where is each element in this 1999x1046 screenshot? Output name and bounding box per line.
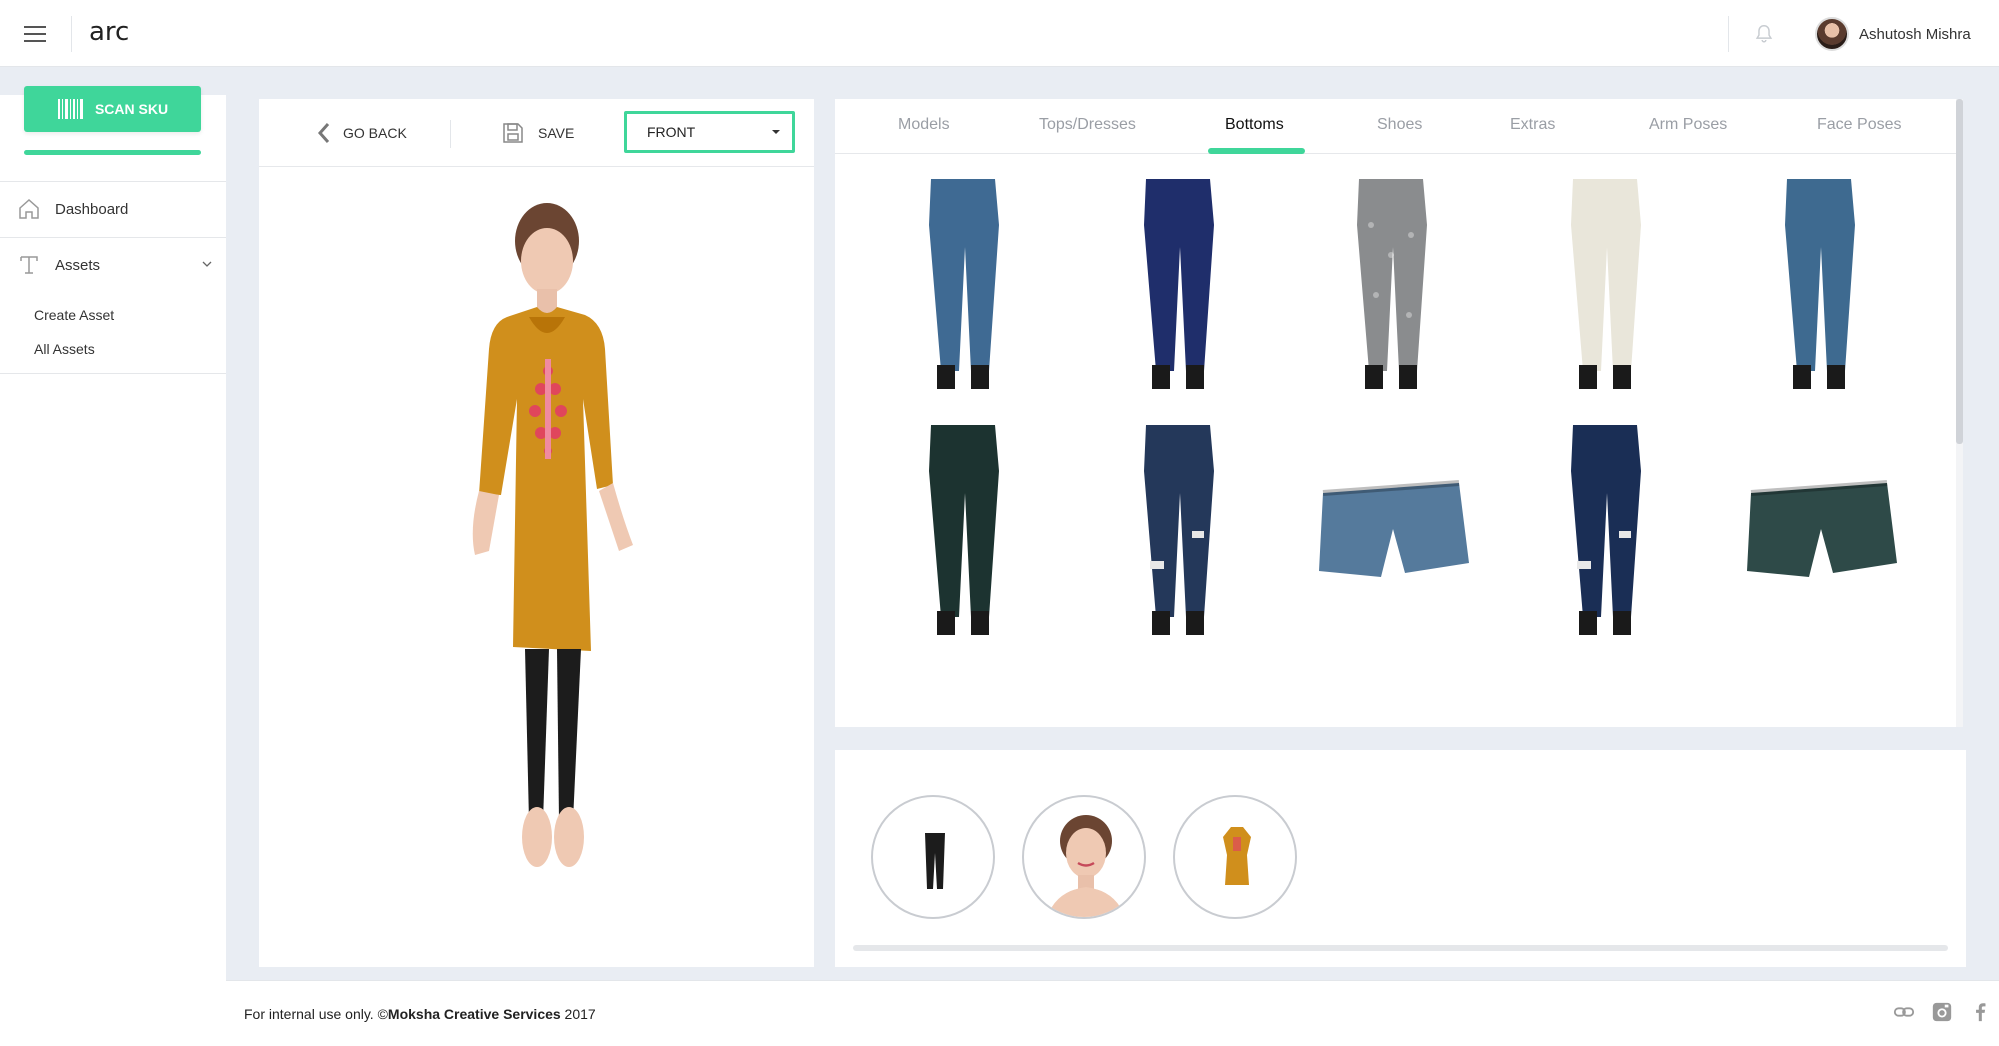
avatar xyxy=(1815,17,1849,51)
save-button[interactable]: SAVE xyxy=(502,119,574,147)
bottom-item-partial[interactable] xyxy=(1291,655,1491,726)
home-icon xyxy=(19,198,39,219)
view-select[interactable]: FRONT xyxy=(624,111,795,153)
model-preview xyxy=(472,203,633,867)
sidebar-divider xyxy=(0,373,226,374)
sidebar-item-assets[interactable]: Assets xyxy=(0,237,226,293)
tab-arm-poses[interactable]: Arm Poses xyxy=(1649,116,1727,134)
facebook-icon[interactable] xyxy=(1969,1001,1991,1023)
scrollbar-track[interactable] xyxy=(1956,99,1963,727)
tab-tops-dresses[interactable]: Tops/Dresses xyxy=(1039,116,1136,134)
bell-icon[interactable] xyxy=(1753,22,1775,46)
bottom-item-jeans[interactable] xyxy=(1719,165,1919,397)
scrollbar-thumb[interactable] xyxy=(1956,99,1963,444)
tab-bottoms[interactable]: Bottoms xyxy=(1225,116,1284,134)
chevron-down-icon[interactable] xyxy=(202,259,212,269)
bottom-item-shorts[interactable] xyxy=(1719,411,1919,643)
view-select-value: FRONT xyxy=(647,124,696,140)
hamburger-icon[interactable] xyxy=(24,26,46,42)
user-menu[interactable]: Ashutosh Mishra xyxy=(1815,16,1971,52)
sidebar-subitem-all-assets[interactable]: All Assets xyxy=(34,341,95,357)
instagram-icon[interactable] xyxy=(1931,1001,1953,1023)
tab-extras[interactable]: Extras xyxy=(1510,116,1555,134)
text-asset-icon xyxy=(20,256,38,274)
footer-copyright: For internal use only. ©Moksha Creative … xyxy=(244,1006,596,1022)
tab-shoes[interactable]: Shoes xyxy=(1377,116,1422,134)
sidebar-item-label: Assets xyxy=(55,256,101,274)
selected-item-leggings[interactable] xyxy=(871,795,995,919)
bottom-item-patterned[interactable] xyxy=(1291,165,1491,397)
top-divider-right xyxy=(1728,16,1729,52)
toolbar-divider xyxy=(450,120,451,148)
bottom-item-jeans[interactable] xyxy=(863,165,1063,397)
bottom-item-partial[interactable] xyxy=(1505,655,1705,726)
horizontal-scrollbar[interactable] xyxy=(853,945,1948,951)
selected-item-dress[interactable] xyxy=(1173,795,1297,919)
app-logo[interactable]: arc xyxy=(89,17,129,47)
bottom-item-partial[interactable] xyxy=(1078,655,1278,726)
bottom-item-trousers[interactable] xyxy=(1505,165,1705,397)
user-name: Ashutosh Mishra xyxy=(1859,25,1971,43)
sidebar-subitem-create-asset[interactable]: Create Asset xyxy=(34,307,114,323)
bottom-item-trousers[interactable] xyxy=(863,411,1063,643)
bottom-item-trousers[interactable] xyxy=(1078,165,1278,397)
go-back-label: GO BACK xyxy=(343,125,407,141)
caret-down-icon xyxy=(772,130,780,134)
bottom-item-partial[interactable] xyxy=(863,655,1063,726)
link-icon[interactable] xyxy=(1893,1001,1915,1023)
footer: For internal use only. ©Moksha Creative … xyxy=(226,980,1999,1046)
company-name: Moksha Creative Services xyxy=(387,1006,561,1022)
top-divider xyxy=(71,16,72,52)
go-back-button[interactable]: GO BACK xyxy=(317,119,407,147)
social-links xyxy=(1893,1001,1991,1023)
sidebar-item-label: Dashboard xyxy=(55,200,129,218)
asset-browser: Models Tops/Dresses Bottoms Shoes Extras… xyxy=(835,99,1963,727)
preview-toolbar: GO BACK SAVE FRONT xyxy=(259,99,814,167)
tab-face-poses[interactable]: Face Poses xyxy=(1817,116,1901,134)
scan-sku-label: SCAN SKU xyxy=(94,101,169,117)
scan-sku-button[interactable]: SCAN SKU xyxy=(24,86,201,132)
sidebar-item-dashboard[interactable]: Dashboard xyxy=(0,181,226,237)
selected-items-panel xyxy=(835,750,1966,967)
save-label: SAVE xyxy=(538,125,575,141)
selected-item-face[interactable] xyxy=(1022,795,1146,919)
preview-panel: GO BACK SAVE FRONT xyxy=(259,99,814,967)
top-bar: arc Ashutosh Mishra xyxy=(0,0,1999,67)
bottoms-grid xyxy=(835,155,1961,726)
bottom-item-shorts[interactable] xyxy=(1291,411,1491,643)
chevron-left-icon xyxy=(317,123,330,143)
barcode-icon xyxy=(57,99,83,119)
scan-underline xyxy=(24,150,201,155)
active-tab-indicator xyxy=(1208,148,1305,154)
save-icon xyxy=(503,123,523,143)
bottom-item-ripped[interactable] xyxy=(1505,411,1705,643)
category-tabs: Models Tops/Dresses Bottoms Shoes Extras… xyxy=(835,99,1963,154)
bottom-item-ripped[interactable] xyxy=(1078,411,1278,643)
tab-models[interactable]: Models xyxy=(898,116,950,134)
